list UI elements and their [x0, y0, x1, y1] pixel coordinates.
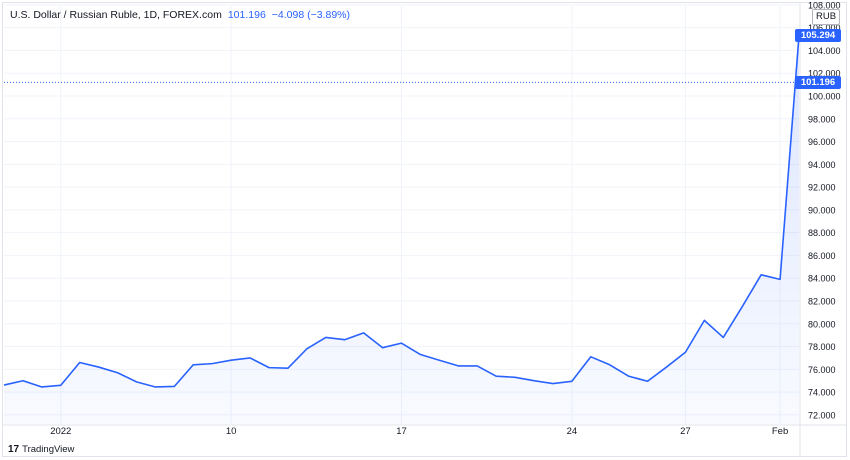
y-tick-label: 80.000: [808, 319, 836, 329]
brand-name: TradingView: [22, 444, 75, 455]
high-price-tag: 105.294: [795, 29, 841, 43]
y-tick-label: 76.000: [808, 365, 836, 375]
y-tick-label: 90.000: [808, 205, 836, 215]
x-tick-label: Feb: [772, 426, 788, 437]
last-price-tag: 101.196: [795, 75, 841, 89]
y-tick-label: 96.000: [808, 137, 836, 147]
last-price: 101.196: [227, 9, 266, 21]
y-tick-label: 74.000: [808, 388, 836, 398]
symbol-title: U.S. Dollar / Russian Ruble, 1D, FOREX.c…: [10, 9, 222, 21]
y-tick-label: 72.000: [808, 410, 836, 420]
x-tick-label: 10: [226, 426, 237, 437]
x-tick-label: 17: [396, 426, 407, 437]
y-tick-label: 100.000: [808, 91, 841, 101]
y-tick-label: 88.000: [808, 228, 836, 238]
x-tick-label: 27: [680, 426, 691, 437]
y-tick-label: 86.000: [808, 251, 836, 261]
y-tick-label: 92.000: [808, 183, 836, 193]
price-chart[interactable]: 72.000 74.000 76.000 78.000 80.000 82.000 84.0…: [0, 0, 850, 460]
price-change: −4.098 (−3.89%): [271, 9, 351, 21]
tradingview-logo-icon: 17: [8, 444, 20, 455]
y-tick-label: 84.000: [808, 274, 836, 284]
y-tick-label: 82.000: [808, 296, 836, 306]
tradingview-branding[interactable]: 17 TradingView: [8, 444, 74, 455]
y-tick-label: 78.000: [808, 342, 836, 352]
x-tick-label: 24: [567, 426, 578, 437]
y-tick-label: 94.000: [808, 160, 836, 170]
chart-header: U.S. Dollar / Russian Ruble, 1D, FOREX.c…: [10, 9, 350, 21]
x-tick-label: 2022: [50, 426, 71, 437]
y-tick-label: 98.000: [808, 114, 836, 124]
y-tick-label: 104.000: [808, 46, 841, 56]
currency-button[interactable]: RUB: [812, 9, 841, 25]
